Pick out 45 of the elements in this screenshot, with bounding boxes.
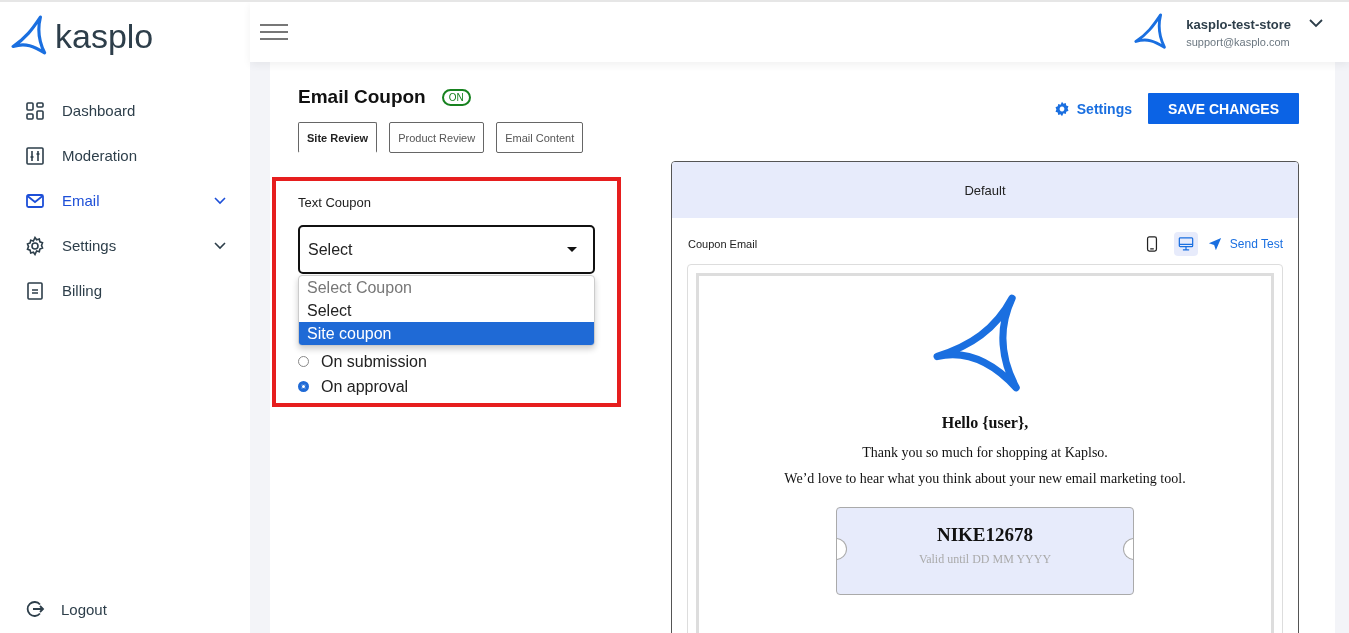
chevron-down-icon[interactable] (1309, 19, 1323, 28)
email-text: Thank you so much for shopping at Kaplso. (862, 445, 1108, 461)
grid-icon (25, 100, 45, 121)
field-label: Text Coupon (298, 195, 372, 210)
store-name: kasplo-test-store (1186, 16, 1291, 32)
page-title: Email Coupon (298, 86, 426, 108)
email-greeting: Hello {user}, (941, 414, 1029, 432)
sliders-icon (25, 145, 45, 166)
send-test-link[interactable]: Send Test (1207, 237, 1283, 251)
send-icon (1207, 237, 1222, 251)
preview-tab[interactable]: Default (672, 162, 1298, 218)
sidebar-item[interactable]: Moderation (0, 133, 250, 178)
chevron-down-icon (214, 196, 226, 205)
status-pill: ON (441, 88, 471, 106)
account-email: support@kasplo.com (1186, 35, 1291, 48)
desktop-view-button[interactable] (1173, 232, 1198, 256)
caret-icon (567, 247, 577, 252)
tab[interactable]: Site Review (298, 122, 378, 153)
document-icon (25, 280, 45, 301)
sidebar-item[interactable]: Settings (0, 223, 250, 268)
settings-icon (25, 235, 45, 256)
radio-label[interactable]: On submission (321, 352, 427, 371)
save-changes-button[interactable]: SAVE CHANGES (1148, 93, 1299, 124)
preview-title: Coupon Email (688, 238, 758, 250)
radio-button[interactable] (298, 381, 309, 392)
monitor-icon (1177, 236, 1194, 252)
sidebar-item[interactable]: Billing (0, 268, 250, 313)
brand-name: kasplo (55, 16, 154, 56)
coupon-code: NIKE12678 (936, 524, 1034, 546)
dropdown-option[interactable]: Select (299, 299, 594, 322)
dropdown-option[interactable]: Site coupon (299, 322, 594, 345)
radio-label[interactable]: On approval (321, 377, 409, 396)
sidebar-item[interactable]: Email (0, 178, 250, 223)
gear-icon (1053, 100, 1070, 117)
logout-icon (25, 599, 45, 619)
tab[interactable]: Product Review (389, 122, 485, 153)
menu-icon[interactable] (260, 22, 288, 42)
coupon-validity: Valid until DD MM YYYY (918, 552, 1052, 567)
chevron-down-icon (214, 241, 226, 250)
coupon-select[interactable]: Select (298, 225, 595, 274)
logout-link[interactable]: Logout (0, 599, 250, 619)
email-text: We’d love to hear what you think about your new email marketing tool. (784, 471, 1186, 487)
settings-link[interactable]: Settings (1053, 100, 1132, 117)
sidebar-item[interactable]: Dashboard (0, 88, 250, 133)
tab[interactable]: Email Content (496, 122, 584, 153)
